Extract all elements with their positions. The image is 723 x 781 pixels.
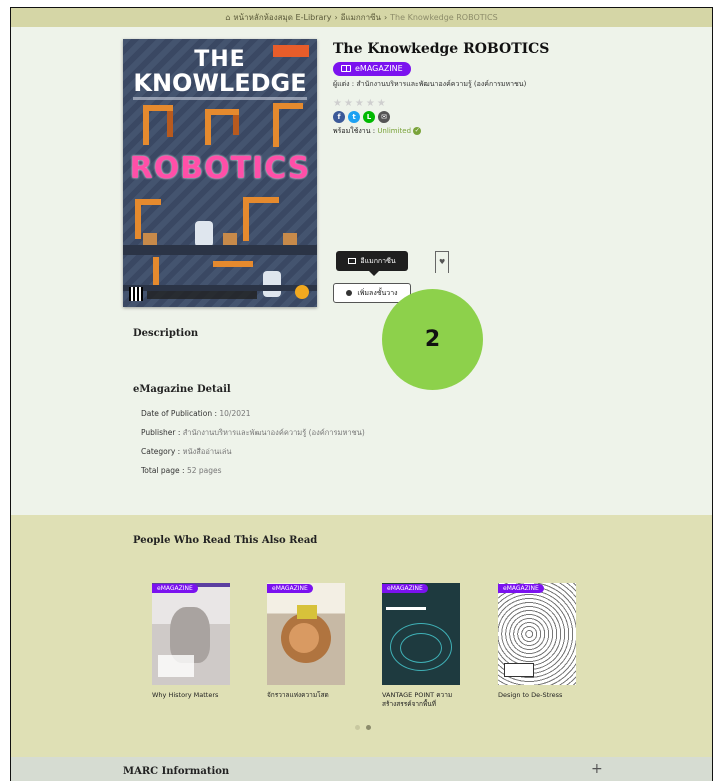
- marc-section[interactable]: MARC Information +: [11, 757, 712, 781]
- emagazine-badge: eMAGAZINE: [333, 61, 411, 76]
- bookmark-icon[interactable]: ♥: [435, 251, 449, 274]
- book-thumbnail[interactable]: eMAGAZINE: [267, 583, 345, 685]
- book-cover: THE KNOWLEDGE ROBOTICS: [123, 39, 317, 307]
- also-read-card[interactable]: eMAGAZINE VANTAGE POINT ความสร้างสรรค์จา…: [382, 583, 462, 709]
- breadcrumb-current: The Knowkedge ROBOTICS: [390, 13, 498, 22]
- chevron-right-icon: ›: [383, 13, 388, 22]
- share-buttons: f t L ✉: [333, 111, 703, 123]
- also-read-title[interactable]: VANTAGE POINT ความสร้างสรรค์จากพื้นที่: [382, 691, 462, 709]
- book-author: ผู้แต่ง : สำนักงานบริหารและพัฒนาองค์ความ…: [333, 80, 527, 88]
- book-thumbnail[interactable]: eMAGAZINE: [382, 583, 460, 685]
- expand-plus-icon[interactable]: +: [591, 761, 603, 777]
- read-tooltip[interactable]: อีแมกกาซีน: [336, 251, 408, 276]
- check-icon: ✓: [413, 127, 422, 135]
- step-marker: 2: [382, 289, 483, 390]
- breadcrumb-home[interactable]: หน้าหลักห้องสมุด E-Library: [233, 11, 331, 24]
- description-heading: Description: [133, 328, 199, 339]
- dot-icon: [346, 290, 353, 296]
- book-title: The Knowkedge ROBOTICS: [333, 41, 550, 57]
- marc-heading: MARC Information: [123, 766, 230, 777]
- availability: พร้อมใช้งาน : Unlimited ✓: [333, 126, 703, 137]
- breadcrumb: ⌂ หน้าหลักห้องสมุด E-Library › อีแมกกาซี…: [11, 8, 712, 27]
- cover-title-line2: KNOWLEDGE: [133, 69, 307, 97]
- breadcrumb-category[interactable]: อีแมกกาซีน: [341, 11, 381, 24]
- also-read-heading: People Who Read This Also Read: [133, 535, 318, 546]
- home-icon[interactable]: ⌂: [225, 13, 230, 22]
- also-read-card[interactable]: eMAGAZINE Why History Matters: [152, 583, 232, 700]
- rating-stars[interactable]: ★★★★★: [333, 98, 703, 109]
- detail-heading: eMagazine Detail: [133, 384, 231, 395]
- emagazine-badge: eMAGAZINE: [498, 584, 544, 593]
- add-to-shelf-label: เพิ่มลงชั้นวาง: [357, 288, 398, 297]
- also-read-card[interactable]: eMAGAZINE จักรวาลแห่งความโสด: [267, 583, 347, 700]
- facebook-icon[interactable]: f: [333, 111, 345, 123]
- book-thumbnail[interactable]: eMAGAZINE: [152, 583, 230, 685]
- also-read-title[interactable]: Why History Matters: [152, 691, 232, 700]
- twitter-icon[interactable]: t: [348, 111, 360, 123]
- cover-robotics-text: ROBOTICS: [129, 151, 311, 186]
- also-read-card[interactable]: eMAGAZINE Design to De-Stress: [498, 583, 578, 700]
- detail-publisher: Publisher : สำนักงานบริหารและพัฒนาองค์คว…: [141, 428, 365, 437]
- book-thumbnail[interactable]: eMAGAZINE: [498, 583, 576, 685]
- detail-date: Date of Publication : 10/2021: [141, 409, 251, 418]
- heart-icon: ♥: [439, 258, 446, 266]
- tooltip-label: อีแมกกาซีน: [360, 256, 396, 265]
- detail-pages: Total page : 52 pages: [141, 466, 222, 475]
- carousel-dots: [355, 725, 371, 730]
- chevron-right-icon: ›: [334, 13, 338, 22]
- emagazine-badge: eMAGAZINE: [267, 584, 313, 593]
- availability-value: Unlimited: [377, 127, 412, 135]
- page-frame: ⌂ หน้าหลักห้องสมุด E-Library › อีแมกกาซี…: [10, 7, 713, 781]
- also-read-title[interactable]: จักรวาลแห่งความโสด: [267, 691, 347, 700]
- book-icon: [348, 258, 357, 264]
- emagazine-detail: Date of Publication : 10/2021 Publisher …: [141, 404, 365, 480]
- email-icon[interactable]: ✉: [378, 111, 390, 123]
- emagazine-badge: eMAGAZINE: [152, 584, 198, 593]
- book-info: The Knowkedge ROBOTICS eMAGAZINE ผู้แต่ง…: [333, 41, 703, 137]
- badge-label: eMAGAZINE: [355, 64, 403, 73]
- carousel-dot[interactable]: [355, 725, 360, 730]
- book-icon: [341, 65, 351, 72]
- carousel-dot-active[interactable]: [366, 725, 371, 730]
- also-read-section: People Who Read This Also Read eMAGAZINE…: [11, 515, 712, 757]
- emagazine-badge: eMAGAZINE: [382, 584, 428, 593]
- availability-label: พร้อมใช้งาน :: [333, 127, 378, 135]
- also-read-title[interactable]: Design to De-Stress: [498, 691, 578, 700]
- line-icon[interactable]: L: [363, 111, 375, 123]
- detail-category: Category : หนังสืออ่านเล่น: [141, 447, 232, 456]
